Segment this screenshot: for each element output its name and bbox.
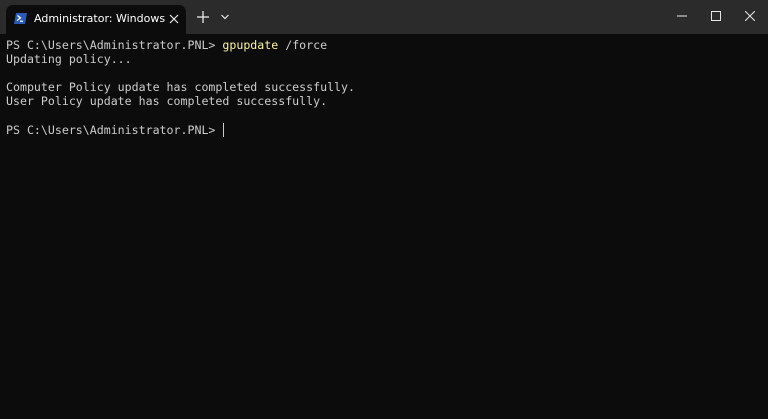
terminal-line: PS C:\Users\Administrator.PNL> gpupdate … [6,38,327,53]
text-cursor [223,123,225,137]
chevron-down-icon[interactable] [218,10,232,24]
maximize-button[interactable] [698,0,734,32]
terminal-window: Administrator: Windows Powe [0,0,768,419]
prompt: PS C:\Users\Administrator.PNL> [6,38,223,52]
command-args: /force [278,38,328,52]
command-name: gpupdate [222,38,279,52]
terminal-line: Computer Policy update has completed suc… [6,80,356,94]
terminal-line: PS C:\Users\Administrator.PNL> [6,123,225,138]
plus-icon[interactable] [194,8,212,26]
prompt: PS C:\Users\Administrator.PNL> [6,123,223,137]
close-icon [745,11,755,21]
close-icon[interactable] [167,12,181,26]
minimize-button[interactable] [664,0,700,32]
tab-title: Administrator: Windows Powe [34,12,166,25]
close-window-button[interactable] [732,0,768,32]
minimize-icon [677,15,687,17]
maximize-icon [711,11,721,21]
title-bar: Administrator: Windows Powe [0,0,768,34]
terminal-line: Updating policy... [6,52,132,66]
tab-administrator-powershell[interactable]: Administrator: Windows Powe [6,5,186,34]
terminal-output[interactable]: PS C:\Users\Administrator.PNL> gpupdate … [0,34,768,419]
terminal-line: User Policy update has completed success… [6,94,328,108]
powershell-icon [14,13,27,24]
